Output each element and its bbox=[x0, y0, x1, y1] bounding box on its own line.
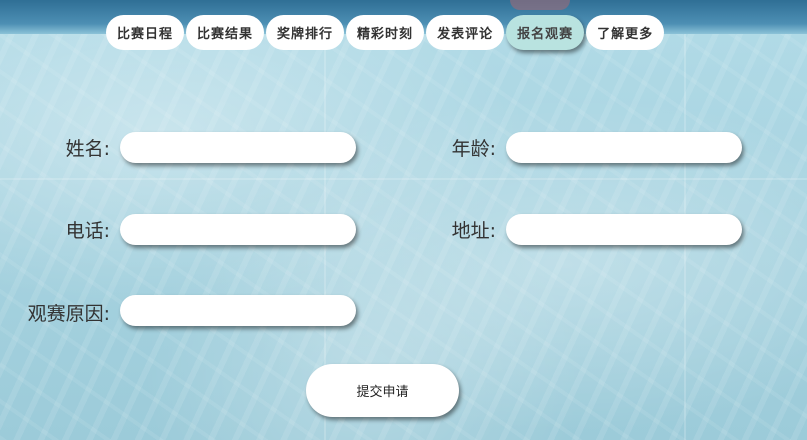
phone-field[interactable] bbox=[120, 214, 356, 245]
age-label: 年龄: bbox=[451, 138, 496, 160]
tab-medal-ranking[interactable]: 奖牌排行 bbox=[266, 15, 345, 50]
age-field[interactable] bbox=[506, 132, 742, 163]
reason-field[interactable] bbox=[120, 295, 356, 326]
name-label: 姓名: bbox=[65, 138, 110, 160]
tab-register[interactable]: 报名观赛 bbox=[506, 15, 585, 50]
tab-highlights[interactable]: 精彩时刻 bbox=[346, 15, 425, 50]
submit-button[interactable]: 提交申请 bbox=[306, 364, 459, 417]
tab-schedule[interactable]: 比赛日程 bbox=[106, 15, 185, 50]
phone-label: 电话: bbox=[65, 220, 110, 242]
name-field[interactable] bbox=[120, 132, 356, 163]
tab-comments[interactable]: 发表评论 bbox=[426, 15, 505, 50]
address-field[interactable] bbox=[506, 214, 742, 245]
main-nav: 比赛日程 比赛结果 奖牌排行 精彩时刻 发表评论 报名观赛 了解更多 bbox=[106, 15, 665, 51]
address-label: 地址: bbox=[451, 220, 496, 242]
tab-results[interactable]: 比赛结果 bbox=[186, 15, 265, 50]
tab-learn-more[interactable]: 了解更多 bbox=[586, 15, 665, 50]
reason-label: 观赛原因: bbox=[27, 303, 110, 325]
